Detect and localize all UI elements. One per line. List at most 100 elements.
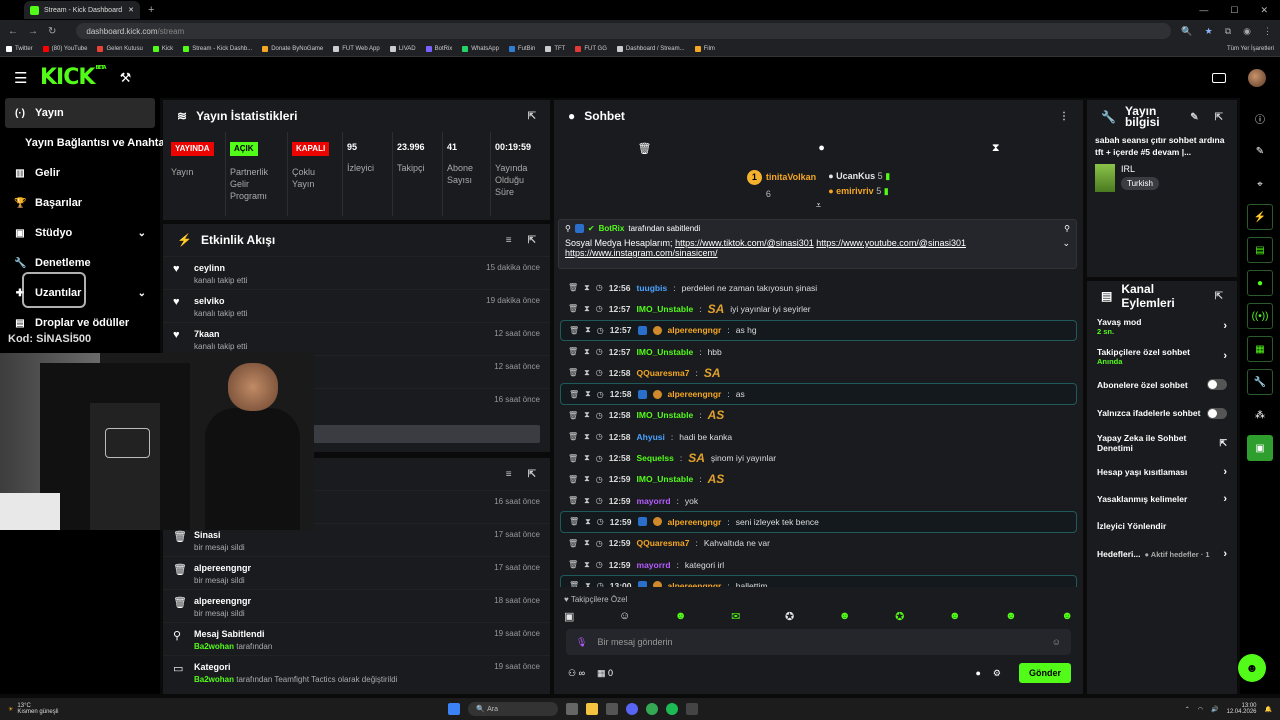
filter-icon[interactable]: ≡	[506, 469, 512, 480]
message-user[interactable]: Sequelss	[637, 453, 674, 463]
trash-icon[interactable]: 🗑	[568, 454, 578, 463]
message-user[interactable]: tuugbis	[637, 283, 668, 293]
channel-action-row[interactable]: Abonelere özel sohbet	[1087, 371, 1237, 398]
bookmark-item[interactable]: Film	[694, 46, 715, 52]
activity-name[interactable]: ceylinn	[194, 263, 247, 273]
expand-icon[interactable]: ⌄	[1062, 238, 1070, 249]
hourglass-icon[interactable]: ⧗	[584, 283, 590, 293]
activity-user[interactable]: Ba2wohan	[194, 642, 234, 651]
bookmark-item[interactable]: TFT	[545, 46, 565, 52]
emote-icon[interactable]: ✪	[895, 610, 904, 623]
trash-icon[interactable]: 🗑	[569, 517, 579, 526]
chevron-right-icon[interactable]: ›	[1223, 320, 1227, 332]
pinned-link-instagram[interactable]: https://www.instagram.com/sinasicem/	[565, 248, 718, 258]
category-thumbnail[interactable]	[1095, 164, 1115, 192]
trash-icon[interactable]: 🗑	[568, 368, 578, 377]
weather-widget[interactable]: ☀ 13°C Kısmen güneşli	[8, 703, 58, 715]
maximize-icon[interactable]: ☐	[1230, 5, 1238, 16]
bookmark-item[interactable]: Gelen Kutusu	[97, 46, 143, 52]
tab-close-icon[interactable]: ✕	[128, 6, 134, 14]
avatar[interactable]	[1248, 68, 1266, 87]
bookmark-item[interactable]: Stream - Kick Dashb...	[183, 46, 252, 52]
channel-action-row[interactable]: Yalnızca ifadelerle sohbet	[1087, 398, 1237, 428]
activity-name[interactable]: Sinasi	[194, 530, 245, 540]
reload-icon[interactable]: ↻	[48, 26, 56, 37]
app-icon[interactable]: ▣	[1247, 435, 1273, 461]
wifi-icon[interactable]: ◠	[1198, 706, 1203, 713]
trash-icon[interactable]: 🗑	[637, 142, 651, 155]
group-icon[interactable]: ⁂	[1247, 402, 1273, 428]
chat-bubble-icon[interactable]: ●	[975, 668, 980, 678]
bookmark-item[interactable]: BotRix	[425, 46, 452, 52]
popout-icon[interactable]: ⇱	[528, 235, 536, 246]
clock[interactable]: 13:00 12.04.2026	[1226, 703, 1256, 715]
message-user[interactable]: IMO_Unstable	[637, 410, 694, 420]
all-bookmarks[interactable]: Tüm Yer İşaretleri	[1227, 46, 1274, 52]
trash-icon[interactable]: 🗑	[568, 283, 578, 292]
message-user[interactable]: IMO_Unstable	[637, 347, 694, 357]
sidebar-item-0[interactable]: (·) Yayın	[5, 98, 155, 128]
message-user[interactable]: Ahyusi	[637, 432, 665, 442]
channel-action-row[interactable]: Yavaş mod 2 sn. ›	[1087, 311, 1237, 341]
spotify-icon[interactable]	[666, 703, 679, 715]
chevron-right-icon[interactable]: ›	[1223, 493, 1227, 505]
activity-name[interactable]: alpereengngr	[194, 563, 251, 573]
bookmark-item[interactable]: WhatsApp	[462, 46, 499, 52]
zoom-icon[interactable]: 🔍	[1181, 26, 1192, 37]
hourglass-icon[interactable]: ⧗	[585, 581, 591, 587]
emote-icon[interactable]: ☺	[619, 610, 630, 623]
chrome-icon[interactable]	[646, 703, 659, 715]
message-user[interactable]: alpereengngr	[668, 581, 722, 587]
pinned-link-youtube[interactable]: https://www.youtube.com/@sinasi301	[816, 238, 966, 248]
hourglass-icon[interactable]: ⧗	[584, 304, 590, 314]
activity-name[interactable]: 7kaan	[194, 329, 247, 339]
hourglass-icon[interactable]: ⧗	[584, 410, 590, 420]
hourglass-icon[interactable]: ⧗	[992, 142, 1000, 155]
windows-start-icon[interactable]	[448, 703, 461, 715]
extensions-icon[interactable]: ⧉	[1225, 26, 1231, 37]
emote-icon[interactable]: ✉	[731, 610, 740, 623]
support-chat-icon[interactable]: ☻	[1238, 654, 1266, 682]
message-user[interactable]: IMO_Unstable	[637, 474, 694, 484]
chevron-right-icon[interactable]: ›	[1223, 548, 1227, 560]
channel-action-row[interactable]: Yapay Zeka ile Sohbet Denetimi ⇱	[1087, 428, 1237, 458]
popout-icon[interactable]: ⇱	[1215, 291, 1223, 302]
trash-icon[interactable]: 🗑	[568, 347, 578, 356]
channel-action-row[interactable]: Takipçilere özel sohbet Anında ›	[1087, 341, 1237, 371]
popout-icon[interactable]: ⇱	[528, 111, 536, 122]
chevron-down-icon[interactable]: ⌄	[138, 288, 146, 299]
mic-icon[interactable]: 🎙	[576, 637, 587, 648]
send-button[interactable]: Gönder	[1018, 663, 1071, 683]
pinned-by-user[interactable]: BotRix	[599, 224, 625, 233]
chevron-right-icon[interactable]: ›	[1223, 466, 1227, 478]
emote-icon[interactable]: ☻	[675, 610, 687, 623]
taskbar-search[interactable]: 🔍 Ara	[468, 702, 559, 716]
hourglass-icon[interactable]: ⧗	[584, 496, 590, 506]
channel-action-row[interactable]: Hesap yaşı kısıtlaması ›	[1087, 458, 1237, 485]
close-window-icon[interactable]: ✕	[1260, 5, 1268, 16]
chevron-down-icon[interactable]: ⌄	[138, 228, 146, 239]
edit-icon[interactable]: ✎	[1190, 112, 1198, 123]
discord-icon[interactable]	[626, 703, 639, 715]
popout-icon[interactable]: ⇱	[1215, 112, 1223, 123]
chat-bubble-icon[interactable]: ●	[818, 142, 825, 154]
address-bar[interactable]: dashboard.kick.com/stream	[76, 23, 1172, 39]
edit-icon[interactable]: ✎	[1247, 138, 1273, 164]
bookmark-item[interactable]: FUT GG	[575, 46, 607, 52]
hourglass-icon[interactable]: ⧗	[585, 325, 591, 335]
activity-name[interactable]: Mesaj Sabitlendi	[194, 629, 272, 639]
volume-icon[interactable]: 🔊	[1211, 706, 1218, 713]
message-user[interactable]: mayorrd	[637, 560, 671, 570]
emote-icon[interactable]: ☻	[949, 610, 961, 623]
sidebar-item-1[interactable]: Yayın Bağlantısı ve Anahtarı	[0, 128, 172, 158]
pinned-link-tiktok[interactable]: https://www.tiktok.com/@sinasi301	[675, 238, 814, 248]
channel-action-row[interactable]: İzleyici Yönlendir	[1087, 512, 1237, 539]
emote-icon[interactable]: ✪	[785, 610, 794, 623]
emote-icon[interactable]: ☻	[839, 610, 851, 623]
activity-name[interactable]: selviko	[194, 296, 247, 306]
bookmark-item[interactable]: FutBin	[508, 46, 535, 52]
top-supporter-second[interactable]: ● UcanKus 5 ▮	[828, 171, 890, 182]
trash-icon[interactable]: 🗑	[568, 560, 578, 569]
task-view-icon[interactable]	[566, 703, 579, 715]
channel-action-row[interactable]: Hedefleri... ● Aktif hedefler · 1 ›	[1087, 539, 1237, 569]
